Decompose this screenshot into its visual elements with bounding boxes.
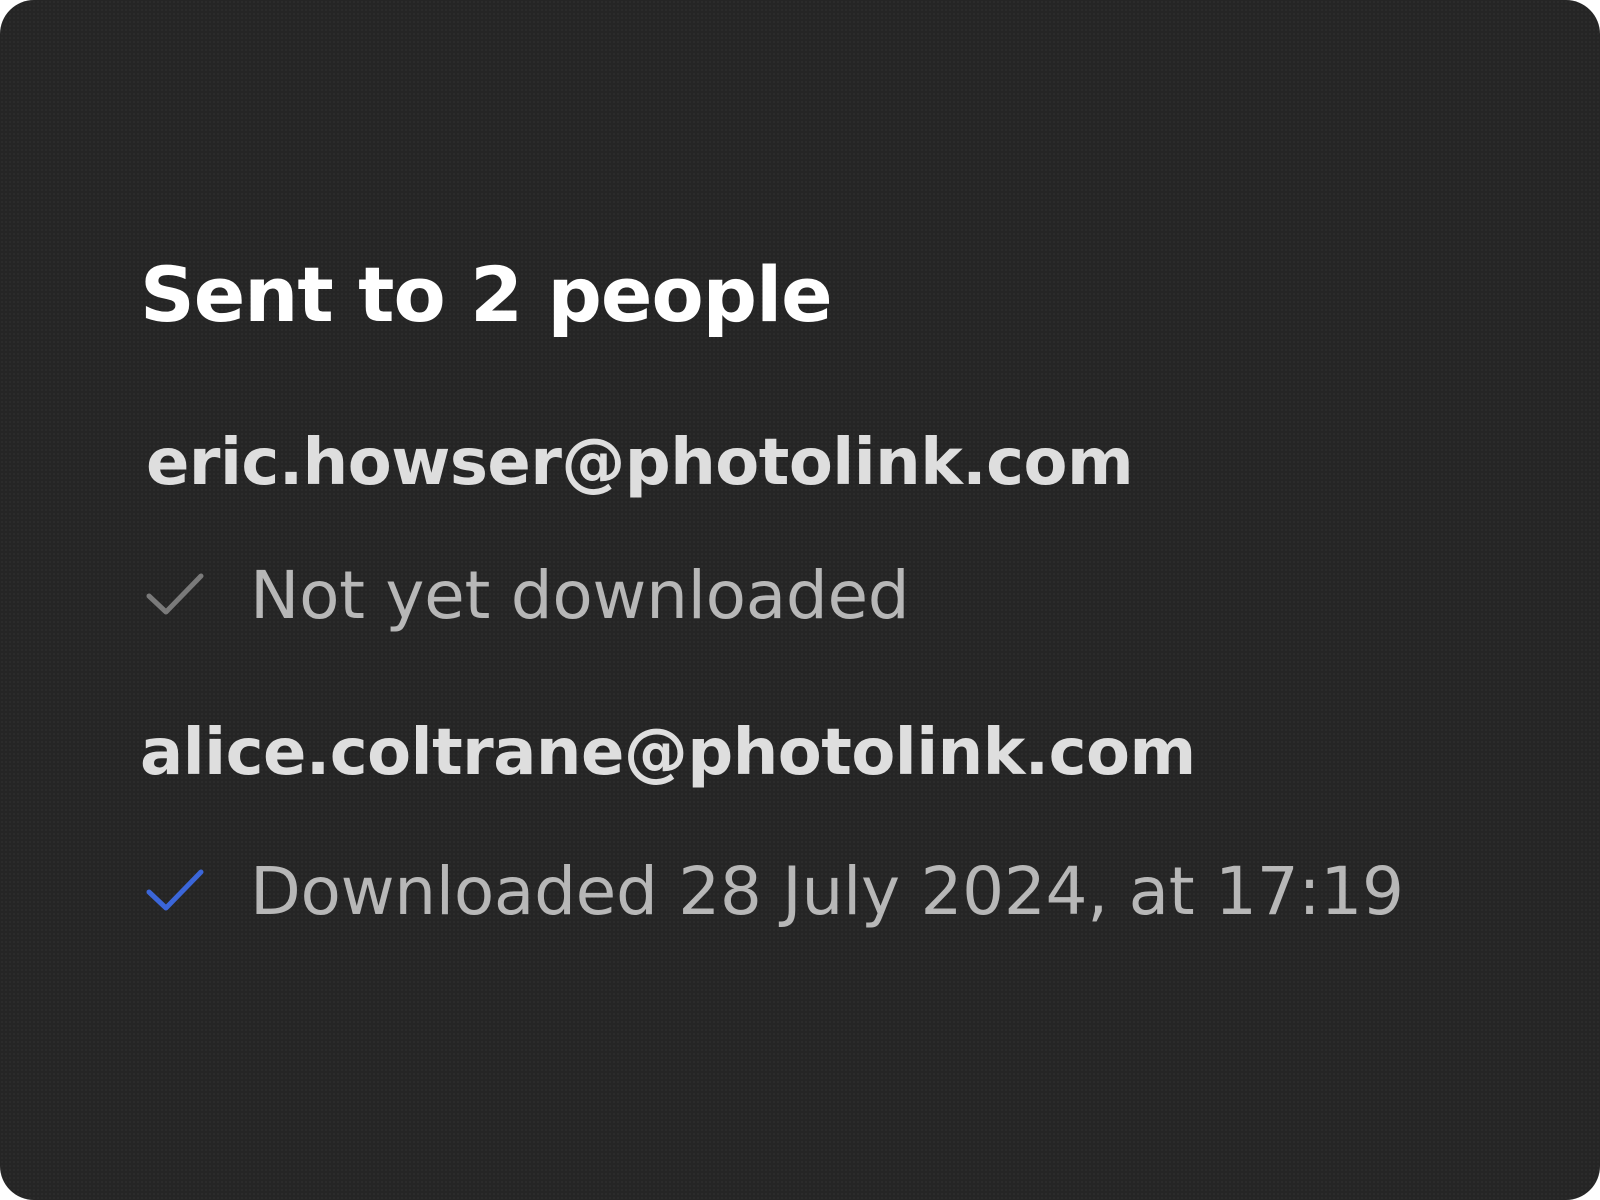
- recipient-email: eric.howser@photolink.com: [146, 426, 1134, 500]
- recipient-email: alice.coltrane@photolink.com: [140, 716, 1196, 790]
- download-status: Not yet downloaded: [146, 556, 910, 636]
- blue-check-icon: [146, 869, 204, 911]
- card-title: Sent to 2 people: [140, 250, 833, 339]
- download-status: Downloaded 28 July 2024, at 17:19: [146, 852, 1404, 932]
- download-status-text: Not yet downloaded: [250, 557, 910, 634]
- gray-check-icon: [146, 573, 204, 615]
- download-status-text: Downloaded 28 July 2024, at 17:19: [250, 853, 1404, 930]
- sent-recipients-card: Sent to 2 people eric.howser@photolink.c…: [0, 0, 1600, 1200]
